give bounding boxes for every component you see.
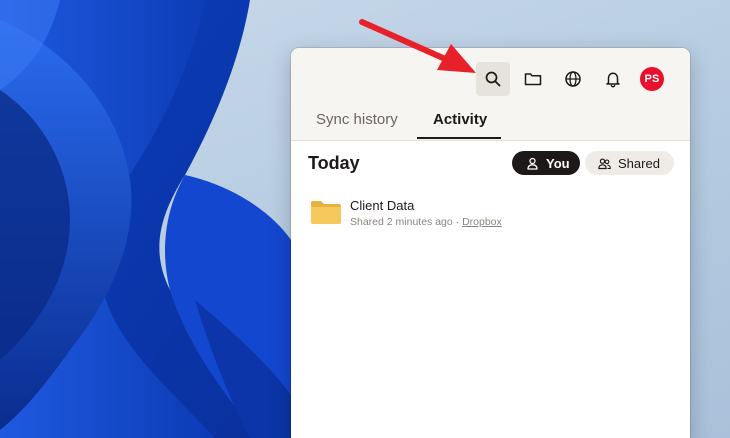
people-icon: [598, 157, 611, 169]
folder-icon: [524, 73, 542, 86]
dropbox-panel: PS Sync history Activity Today You Share…: [291, 48, 690, 438]
folder-icon: [311, 201, 341, 224]
active-tab-indicator: [417, 137, 501, 139]
filter-shared-button[interactable]: Shared: [585, 151, 674, 175]
globe-button[interactable]: [556, 62, 590, 96]
search-button[interactable]: [476, 62, 510, 96]
dropbox-link[interactable]: Dropbox: [462, 216, 502, 228]
notifications-button[interactable]: [596, 62, 630, 96]
tab-activity[interactable]: Activity: [433, 111, 487, 128]
panel-header: PS Sync history Activity: [291, 48, 690, 141]
item-name[interactable]: Client Data: [350, 198, 414, 213]
person-icon: [527, 157, 538, 170]
tab-sync-history[interactable]: Sync history: [316, 111, 398, 128]
folder-button[interactable]: [516, 62, 550, 96]
avatar[interactable]: PS: [640, 67, 664, 91]
section-title: Today: [308, 153, 360, 173]
activity-item[interactable]: Client Data Shared 2 minutes ago · Dropb…: [309, 196, 669, 236]
filter-shared-label: Shared: [618, 155, 660, 171]
globe-icon: [565, 71, 581, 87]
filter-you-label: You: [546, 155, 570, 171]
bell-icon: [606, 72, 620, 88]
item-meta: Shared 2 minutes ago · Dropbox: [350, 216, 502, 228]
desktop: PS Sync history Activity Today You Share…: [0, 0, 730, 438]
item-meta-text: Shared 2 minutes ago ·: [350, 216, 463, 228]
search-icon: [485, 71, 501, 87]
filter-you-button[interactable]: You: [512, 151, 580, 175]
